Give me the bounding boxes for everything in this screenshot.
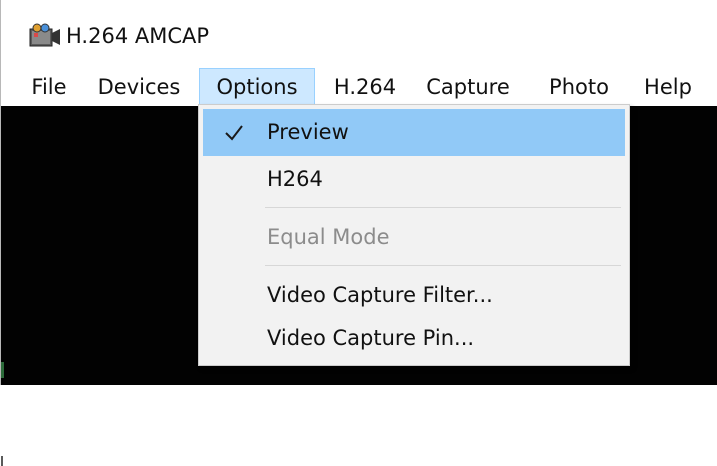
title-bar[interactable]: H.264 AMCAP — [1, 0, 717, 68]
menu-item-video-capture-filter[interactable]: Video Capture Filter... — [203, 272, 625, 319]
menu-item-label: Equal Mode — [267, 225, 390, 249]
checkmark-icon — [225, 125, 243, 141]
menu-item-label: Video Capture Pin... — [267, 326, 475, 350]
menu-photo[interactable]: Photo — [540, 68, 618, 106]
menu-separator — [265, 265, 621, 266]
menu-devices[interactable]: Devices — [91, 68, 187, 106]
menu-item-preview[interactable]: Preview — [203, 109, 625, 156]
options-dropdown-menu: Preview H264 Equal Mode Video Capture Fi… — [198, 104, 630, 366]
window-title: H.264 AMCAP — [66, 24, 210, 48]
video-edge-mark — [1, 456, 3, 466]
app-window: H.264 AMCAP File Devices Options H.264 C… — [0, 0, 717, 466]
menu-bar: File Devices Options H.264 Capture Photo… — [1, 68, 717, 106]
menu-item-equal-mode: Equal Mode — [203, 214, 625, 261]
menu-item-video-capture-pin[interactable]: Video Capture Pin... — [203, 315, 625, 362]
menu-capture[interactable]: Capture — [420, 68, 516, 106]
menu-item-h264[interactable]: H264 — [203, 156, 625, 203]
video-edge-mark — [1, 362, 4, 378]
menu-help[interactable]: Help — [636, 68, 700, 106]
menu-h264[interactable]: H.264 — [326, 68, 404, 106]
menu-separator — [265, 207, 621, 208]
menu-options[interactable]: Options — [199, 68, 315, 106]
menu-item-label: Video Capture Filter... — [267, 283, 493, 307]
menu-item-label: H264 — [267, 167, 323, 191]
camera-app-icon — [29, 23, 60, 47]
menu-item-label: Preview — [267, 120, 349, 144]
menu-file[interactable]: File — [25, 68, 73, 106]
